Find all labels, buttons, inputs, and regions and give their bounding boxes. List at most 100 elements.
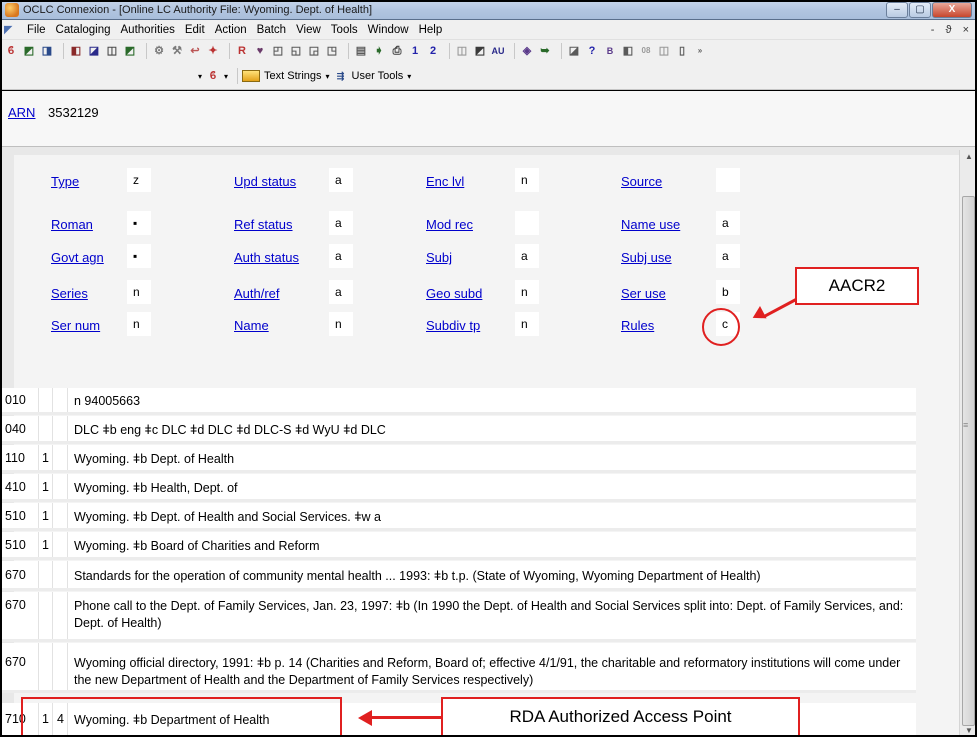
- menu-action[interactable]: Action: [210, 24, 252, 36]
- minimize-button[interactable]: –: [886, 2, 908, 18]
- blank-page-icon[interactable]: ▯: [675, 44, 689, 58]
- window-title-bar[interactable]: OCLC Connexion - [Online LC Authority Fi…: [0, 0, 977, 20]
- export-icon[interactable]: ⚙: [152, 44, 166, 58]
- ff-label-name[interactable]: Name: [234, 318, 269, 333]
- menu-cataloging[interactable]: Cataloging: [51, 24, 116, 36]
- ff-value-subdiv-tp[interactable]: n: [515, 312, 539, 336]
- field-content[interactable]: DLC ǂb eng ǂc DLC ǂd DLC ǂd DLC-S ǂd WyU…: [74, 422, 914, 439]
- field-indicator-2[interactable]: [52, 532, 68, 557]
- field-indicator-2[interactable]: [52, 474, 68, 499]
- 008-icon[interactable]: 08: [639, 44, 653, 58]
- ff-label-auth-ref[interactable]: Auth/ref: [234, 286, 280, 301]
- ff-value-ser-use[interactable]: b: [716, 280, 740, 304]
- menu-edit[interactable]: Edit: [180, 24, 210, 36]
- field-content[interactable]: Wyoming. ǂb Board of Charities and Refor…: [74, 538, 914, 555]
- delete-field-icon[interactable]: ◳: [325, 44, 339, 58]
- field-indicator-1[interactable]: 1: [38, 532, 52, 557]
- view-icon[interactable]: ▤: [354, 44, 368, 58]
- connect-icon[interactable]: ϐ: [4, 44, 18, 58]
- field-tag[interactable]: 010: [5, 393, 39, 407]
- menu-help[interactable]: Help: [414, 24, 448, 36]
- ff-label-source[interactable]: Source: [621, 174, 662, 189]
- ff-value-ref-status[interactable]: a: [329, 211, 353, 235]
- field-tag[interactable]: 040: [5, 422, 39, 436]
- ff-label-upd-status[interactable]: Upd status: [234, 174, 296, 189]
- field-indicator-2[interactable]: [52, 561, 68, 588]
- 006-icon[interactable]: ◫: [657, 44, 671, 58]
- copy-field-icon[interactable]: ◰: [271, 44, 285, 58]
- save-icon[interactable]: ◫: [105, 44, 119, 58]
- scroll-up-icon[interactable]: ▲: [965, 152, 973, 161]
- import-icon[interactable]: ⚒: [170, 44, 184, 58]
- field-row[interactable]: 670 Standards for the operation of commu…: [0, 561, 916, 591]
- ff-label-ser-num[interactable]: Ser num: [51, 318, 100, 333]
- ff-label-auth-status[interactable]: Auth status: [234, 250, 299, 265]
- bib-record-icon[interactable]: ◩: [473, 44, 487, 58]
- field-indicator-2[interactable]: [52, 388, 68, 412]
- field-content[interactable]: Standards for the operation of community…: [74, 568, 914, 585]
- field-content[interactable]: Phone call to the Dept. of Family Servic…: [74, 598, 914, 632]
- fixed-field-icon[interactable]: ◧: [621, 44, 635, 58]
- scrollbar-thumb[interactable]: [962, 196, 975, 726]
- ff-label-ser-use[interactable]: Ser use: [621, 286, 666, 301]
- ff-value-ser-num[interactable]: n: [127, 312, 151, 336]
- ff-value-geo-subd[interactable]: n: [515, 280, 539, 304]
- ff-label-ref-status[interactable]: Ref status: [234, 217, 293, 232]
- ff-label-subj-use[interactable]: Subj use: [621, 250, 672, 265]
- field-content[interactable]: Wyoming. ǂb Dept. of Health: [74, 451, 914, 468]
- ff-label-type[interactable]: Type: [51, 174, 79, 189]
- forward-icon[interactable]: ➥: [538, 44, 552, 58]
- field-indicator-2[interactable]: [52, 643, 68, 690]
- ff-label-enc-lvl[interactable]: Enc lvl: [426, 174, 464, 189]
- field-indicator-2[interactable]: [52, 445, 68, 470]
- delete-icon[interactable]: ✦: [206, 44, 220, 58]
- lookup-icon[interactable]: ◈: [520, 44, 534, 58]
- field-indicator-1[interactable]: 1: [38, 474, 52, 499]
- text-strings-button[interactable]: Text Strings: [264, 70, 321, 82]
- ff-label-series[interactable]: Series: [51, 286, 88, 301]
- field-content[interactable]: Wyoming official directory, 1991: ǂb p. …: [74, 655, 914, 689]
- vertical-scrollbar[interactable]: ▲ ≡ ▼: [959, 150, 977, 737]
- paste-field-icon[interactable]: ◱: [289, 44, 303, 58]
- menu-file[interactable]: File: [22, 24, 51, 36]
- ff-value-auth-ref[interactable]: a: [329, 280, 353, 304]
- dropdown-arrow-icon[interactable]: ▾: [326, 72, 330, 81]
- field-indicator-1[interactable]: 1: [38, 445, 52, 470]
- field-tag[interactable]: 510: [5, 538, 39, 552]
- field-indicator-1[interactable]: [38, 561, 52, 588]
- field-tag[interactable]: 110: [5, 451, 39, 465]
- ff-value-enc-lvl[interactable]: n: [515, 168, 539, 192]
- menu-view[interactable]: View: [291, 24, 326, 36]
- field-row[interactable]: 670 Wyoming official directory, 1991: ǂb…: [0, 643, 916, 693]
- field-indicator-1[interactable]: [38, 388, 52, 412]
- macro-icon[interactable]: ϐ: [206, 69, 220, 83]
- ff-value-mod-rec[interactable]: [515, 211, 539, 235]
- field-indicator-1[interactable]: [38, 643, 52, 690]
- ff-label-subj[interactable]: Subj: [426, 250, 452, 265]
- ff-value-type[interactable]: z: [127, 168, 151, 192]
- toolbar-overflow-icon[interactable]: »: [693, 44, 707, 58]
- field-row[interactable]: 510 1 Wyoming. ǂb Board of Charities and…: [0, 532, 916, 560]
- field-row[interactable]: 510 1 Wyoming. ǂb Dept. of Health and So…: [0, 503, 916, 531]
- workform-icon[interactable]: ◫: [455, 44, 469, 58]
- validate-icon[interactable]: ◩: [123, 44, 137, 58]
- ff-value-govt-agn[interactable]: ▪: [127, 244, 151, 268]
- user-tools-button[interactable]: User Tools: [352, 70, 404, 82]
- field-indicator-2[interactable]: [52, 416, 68, 441]
- field-indicator-2[interactable]: [52, 592, 68, 639]
- field-row[interactable]: 670 Phone call to the Dept. of Family Se…: [0, 592, 916, 642]
- field-tag[interactable]: 670: [5, 598, 39, 612]
- ff-label-subdiv-tp[interactable]: Subdiv tp: [426, 318, 480, 333]
- ff-value-subj-use[interactable]: a: [716, 244, 740, 268]
- field-row[interactable]: 110 1 Wyoming. ǂb Dept. of Health: [0, 445, 916, 473]
- ff-value-auth-status[interactable]: a: [329, 244, 353, 268]
- ff-label-roman[interactable]: Roman: [51, 217, 93, 232]
- field-row[interactable]: 410 1 Wyoming. ǂb Health, Dept. of: [0, 474, 916, 502]
- reformat-icon[interactable]: ♥: [253, 44, 267, 58]
- field-row[interactable]: 010 n 94005663: [0, 388, 916, 415]
- ff-value-name-use[interactable]: a: [716, 211, 740, 235]
- search-icon[interactable]: ◩: [22, 44, 36, 58]
- menu-batch[interactable]: Batch: [252, 24, 291, 36]
- label-1-icon[interactable]: 1: [408, 44, 422, 58]
- mdi-window-controls[interactable]: - ϑ ×: [931, 24, 973, 36]
